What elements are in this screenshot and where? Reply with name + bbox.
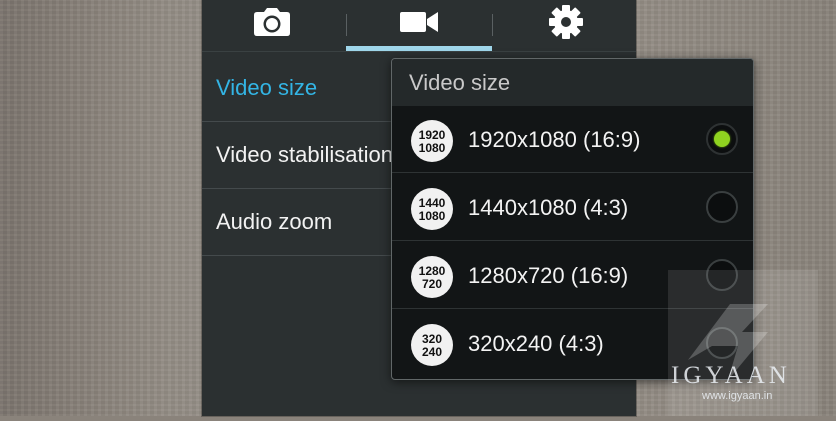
dialog-header: Video size xyxy=(392,59,753,106)
menu-item-label: Video stabilisation xyxy=(216,142,393,167)
resolution-icon-top: 1280 xyxy=(419,264,446,278)
option-label: 1920x1080 (16:9) xyxy=(468,127,641,152)
resolution-icon: 1440 1080 xyxy=(411,188,453,230)
watermark-url: www.igyaan.in xyxy=(702,390,773,402)
resolution-icon: 1920 1080 xyxy=(411,120,453,162)
resolution-icon: 320 240 xyxy=(411,324,453,366)
resolution-icon-top: 1920 xyxy=(419,128,446,142)
option-label: 1440x1080 (4:3) xyxy=(468,195,629,220)
resolution-icon-bottom: 1080 xyxy=(419,209,446,223)
resolution-icon-top: 320 xyxy=(422,332,442,346)
option-label: 1280x720 (16:9) xyxy=(468,263,629,288)
gear-icon xyxy=(548,4,584,45)
option-1920x1080[interactable]: 1920 1080 1920x1080 (16:9) xyxy=(392,107,753,173)
resolution-icon-bottom: 240 xyxy=(422,345,442,359)
resolution-icon: 1280 720 xyxy=(411,256,453,298)
video-camera-icon xyxy=(398,8,440,41)
tab-bar xyxy=(202,0,636,52)
option-1440x1080[interactable]: 1440 1080 1440x1080 (4:3) xyxy=(392,175,753,241)
resolution-icon-bottom: 720 xyxy=(422,277,442,291)
dialog-title: Video size xyxy=(409,70,511,95)
tab-video[interactable] xyxy=(346,0,492,48)
radio-dot xyxy=(714,131,730,147)
resolution-icon-bottom: 1080 xyxy=(419,141,446,155)
tab-bar-divider xyxy=(202,51,636,52)
menu-item-label: Audio zoom xyxy=(216,209,333,234)
tab-photo[interactable] xyxy=(202,0,342,48)
radio-button[interactable] xyxy=(706,191,738,223)
watermark-brand: IGYAAN xyxy=(671,362,791,389)
menu-item-label: Video size xyxy=(216,75,318,100)
divider xyxy=(392,240,753,241)
tab-divider xyxy=(492,14,493,36)
camera-icon xyxy=(252,6,292,43)
tab-settings[interactable] xyxy=(496,0,636,48)
divider xyxy=(392,172,753,173)
option-label: 320x240 (4:3) xyxy=(468,331,604,356)
resolution-icon-top: 1440 xyxy=(419,196,446,210)
radio-button-selected[interactable] xyxy=(706,123,738,155)
